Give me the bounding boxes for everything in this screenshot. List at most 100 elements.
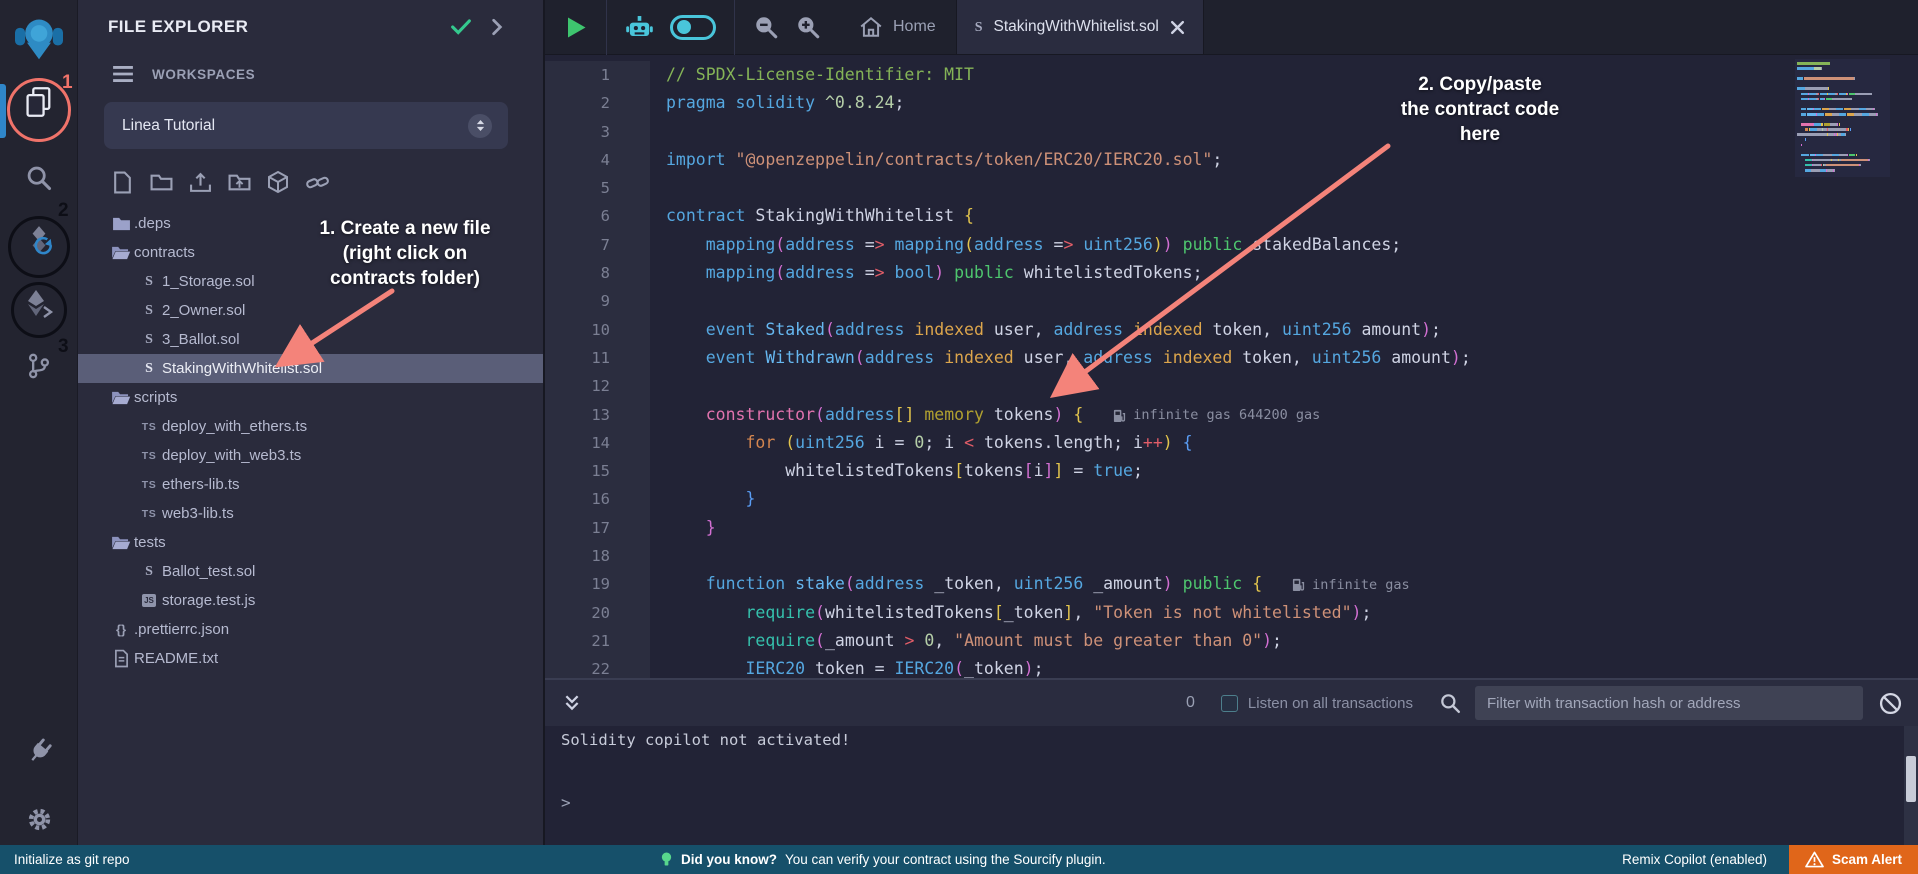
git-icon[interactable] — [0, 352, 78, 380]
bulb-icon — [660, 851, 673, 868]
code-line[interactable]: 7 mapping(address => mapping(address => … — [545, 231, 1918, 259]
remix-logo[interactable] — [0, 14, 78, 62]
code-line[interactable]: 2pragma solidity ^0.8.24; — [545, 89, 1918, 117]
tree-item-label: contracts — [134, 244, 195, 261]
code-line-content: for (uint256 i = 0; i < tokens.length; i… — [650, 429, 1193, 457]
workspace-selected-value: Linea Tutorial — [122, 117, 468, 135]
zoom-in-icon[interactable] — [795, 14, 821, 40]
line-number: 10 — [545, 316, 650, 344]
terminal-scrollbar[interactable] — [1904, 726, 1918, 845]
deploy-run-icon[interactable] — [0, 288, 78, 318]
line-number: 21 — [545, 627, 650, 655]
zoom-out-icon[interactable] — [753, 14, 779, 40]
upload-folder-icon[interactable] — [225, 169, 253, 195]
chevron-right-icon[interactable] — [491, 18, 503, 36]
scam-alert-button[interactable]: Scam Alert — [1789, 845, 1918, 874]
code-line-content: function stake(address _token, uint256 _… — [650, 570, 1410, 598]
tree-item[interactable]: S1_Storage.sol — [78, 267, 543, 296]
code-line[interactable]: 17 } — [545, 514, 1918, 542]
code-line[interactable]: 22 IERC20 token = IERC20(_token); — [545, 655, 1918, 678]
tree-item-label: deploy_with_ethers.ts — [162, 418, 307, 435]
code-line[interactable]: 20 require(whitelistedTokens[_token], "T… — [545, 599, 1918, 627]
code-line[interactable]: 6contract StakingWithWhitelist { — [545, 202, 1918, 230]
tab-active-file[interactable]: S StakingWithWhitelist.sol — [956, 0, 1204, 54]
tree-item[interactable]: S3_Ballot.sol — [78, 325, 543, 354]
sol-icon: S — [136, 564, 162, 580]
tree-item[interactable]: TSweb3-lib.ts — [78, 499, 543, 528]
upload-file-icon[interactable] — [186, 169, 214, 195]
workspace-selector[interactable]: Linea Tutorial — [104, 102, 508, 149]
tab-home[interactable]: Home — [839, 0, 956, 54]
code-line[interactable]: 13 constructor(address[] memory tokens) … — [545, 401, 1918, 429]
line-number: 12 — [545, 372, 650, 400]
transaction-filter-input[interactable] — [1475, 686, 1863, 720]
code-line[interactable]: 10 event Staked(address indexed user, ad… — [545, 316, 1918, 344]
did-you-know-tip: Did you know? You can verify your contra… — [144, 851, 1623, 868]
code-line[interactable]: 19 function stake(address _token, uint25… — [545, 570, 1918, 598]
code-line[interactable]: 8 mapping(address => bool) public whitel… — [545, 259, 1918, 287]
code-line-content: } — [650, 485, 755, 513]
code-line[interactable]: 18 — [545, 542, 1918, 570]
terminal-prompt[interactable]: > — [561, 793, 1918, 812]
tree-item[interactable]: SBallot_test.sol — [78, 557, 543, 586]
link-icon[interactable] — [303, 169, 331, 195]
code-editor[interactable]: 1// SPDX-License-Identifier: MIT2pragma … — [545, 55, 1918, 678]
annotation-number-2: 2 — [58, 200, 69, 222]
code-line[interactable]: 3 — [545, 118, 1918, 146]
listen-all-transactions-checkbox[interactable] — [1221, 695, 1238, 712]
tree-item[interactable]: TSethers-lib.ts — [78, 470, 543, 499]
code-line[interactable]: 1// SPDX-License-Identifier: MIT — [545, 61, 1918, 89]
code-line-content: import "@openzeppelin/contracts/token/ER… — [650, 146, 1222, 174]
search-icon[interactable] — [0, 164, 78, 192]
ai-copilot-toggle[interactable] — [670, 15, 716, 40]
tree-item[interactable]: .deps — [78, 209, 543, 238]
plugin-manager-icon[interactable] — [0, 738, 78, 765]
code-line[interactable]: 15 whitelistedTokens[tokens[i]] = true; — [545, 457, 1918, 485]
code-line[interactable]: 12 — [545, 372, 1918, 400]
tree-item[interactable]: tests — [78, 528, 543, 557]
workspace-updown-icon[interactable] — [468, 114, 492, 138]
file-explorer-icon[interactable] — [0, 86, 78, 118]
code-line[interactable]: 4import "@openzeppelin/contracts/token/E… — [545, 146, 1918, 174]
terminal-search-icon[interactable] — [1439, 692, 1461, 714]
check-icon[interactable] — [451, 19, 471, 35]
close-tab-icon[interactable] — [1170, 20, 1185, 35]
git-init-button[interactable]: Initialize as git repo — [0, 852, 144, 867]
editor-minimap[interactable] — [1795, 59, 1890, 177]
settings-icon[interactable] — [0, 806, 78, 833]
code-line[interactable]: 5 — [545, 174, 1918, 202]
tree-item[interactable]: TSdeploy_with_ethers.ts — [78, 412, 543, 441]
new-file-icon[interactable] — [108, 169, 136, 195]
tree-item-selected[interactable]: SStakingWithWhitelist.sol — [78, 354, 543, 383]
file-explorer-panel: FILE EXPLORER WORKSPACES Linea Tutorial … — [78, 0, 545, 845]
tree-item-label: Ballot_test.sol — [162, 563, 255, 580]
code-line[interactable]: 9 — [545, 287, 1918, 315]
new-folder-icon[interactable] — [147, 169, 175, 195]
line-number: 2 — [545, 89, 650, 117]
tree-item[interactable]: contracts — [78, 238, 543, 267]
tree-item[interactable]: scripts — [78, 383, 543, 412]
run-script-button[interactable] — [563, 15, 588, 40]
tree-item[interactable]: {}.prettierrc.json — [78, 615, 543, 644]
tree-item[interactable]: README.txt — [78, 644, 543, 673]
folder-open-icon — [108, 390, 134, 405]
terminal-output[interactable]: Solidity copilot not activated! > — [545, 726, 1918, 845]
code-line[interactable]: 11 event Withdrawn(address indexed user,… — [545, 344, 1918, 372]
tree-item[interactable]: JSstorage.test.js — [78, 586, 543, 615]
sol-icon: S — [136, 303, 162, 319]
solidity-compiler-icon[interactable] — [0, 224, 78, 256]
clear-console-icon[interactable] — [1879, 692, 1902, 715]
code-line[interactable]: 16 } — [545, 485, 1918, 513]
workspaces-menu-icon[interactable] — [112, 65, 134, 83]
terminal-expand-icon[interactable] — [559, 690, 585, 716]
remix-copilot-status[interactable]: Remix Copilot (enabled) — [1622, 852, 1767, 867]
tree-item[interactable]: TSdeploy_with_web3.ts — [78, 441, 543, 470]
scrollbar-thumb[interactable] — [1906, 756, 1916, 802]
code-line[interactable]: 14 for (uint256 i = 0; i < tokens.length… — [545, 429, 1918, 457]
tree-item-label: scripts — [134, 389, 177, 406]
code-line[interactable]: 21 require(_amount > 0, "Amount must be … — [545, 627, 1918, 655]
tree-item[interactable]: S2_Owner.sol — [78, 296, 543, 325]
line-number: 7 — [545, 231, 650, 259]
remix-ai-robot-icon[interactable] — [625, 14, 654, 41]
cube-icon[interactable] — [264, 169, 292, 195]
